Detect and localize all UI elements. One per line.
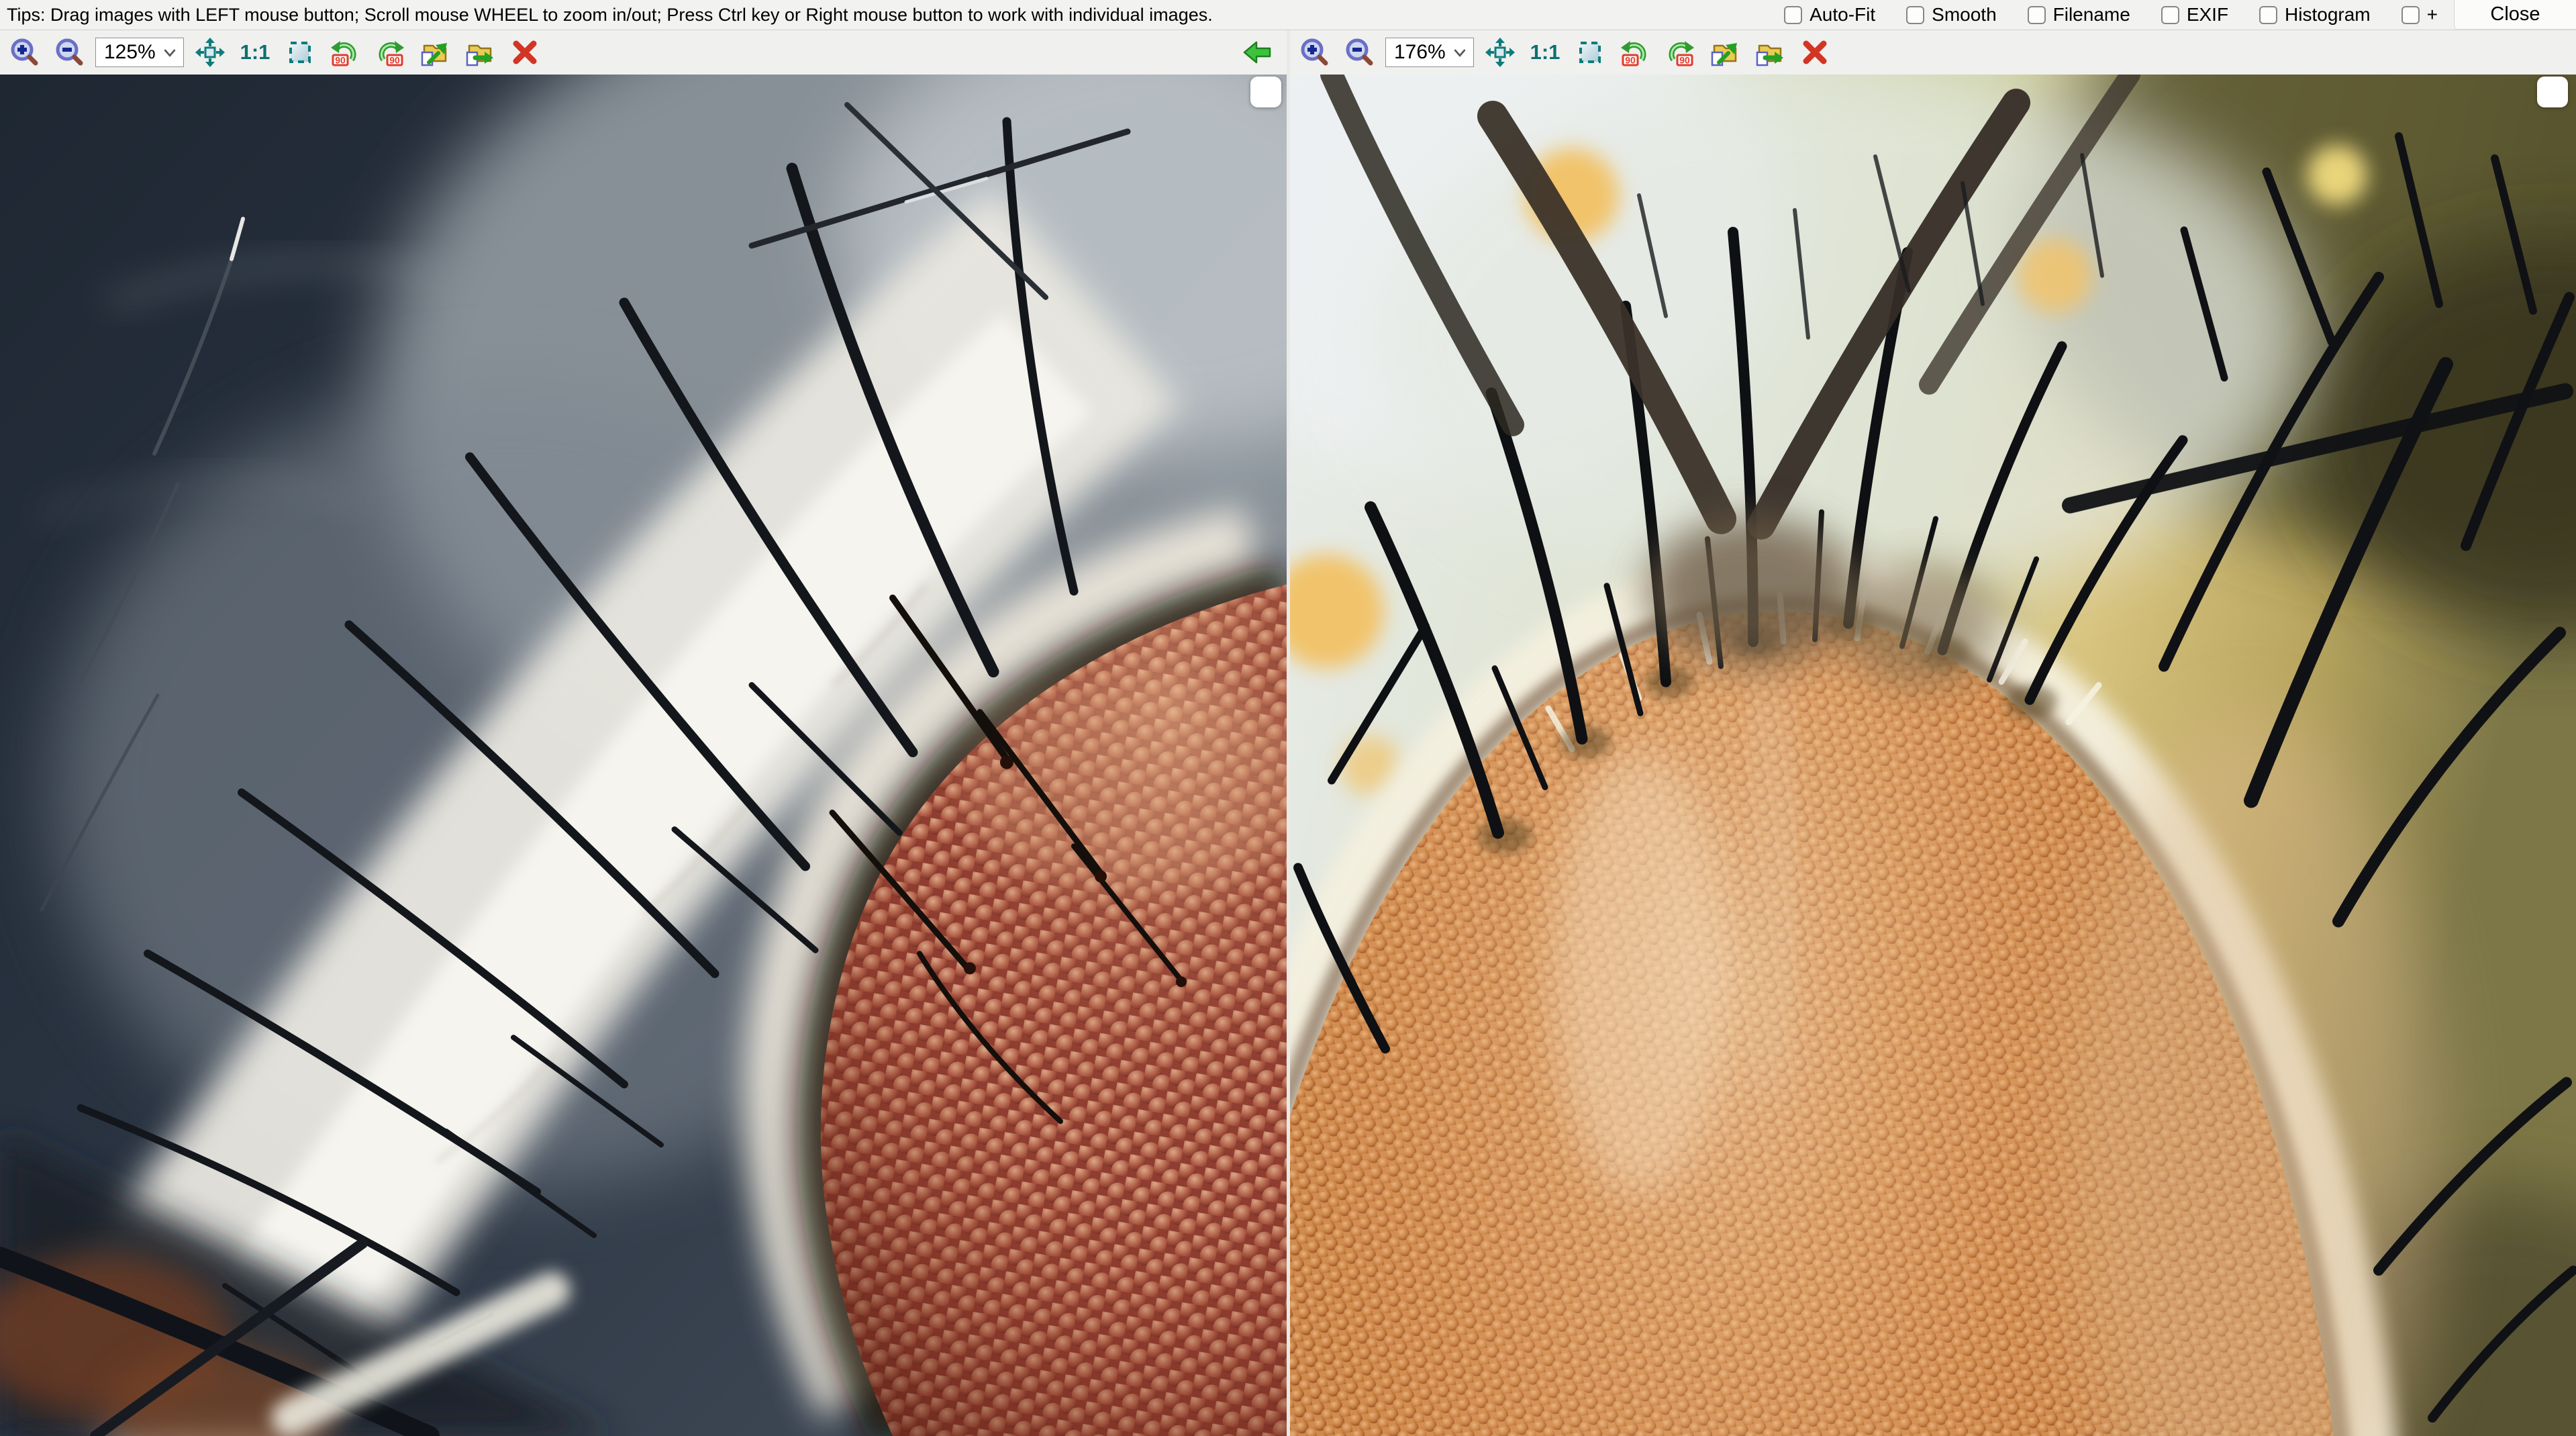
chevron-down-icon	[1453, 48, 1467, 57]
smooth-checkbox[interactable]	[1906, 6, 1924, 24]
smooth-label: Smooth	[1932, 4, 1997, 26]
left-photo	[0, 75, 1287, 1436]
right-zoom-level-select[interactable]: 176%	[1385, 38, 1474, 67]
collapse-left-arrow-button[interactable]	[1240, 32, 1275, 73]
left-zoom-level-value: 125%	[104, 41, 163, 64]
actual-size-label: 1:1	[1530, 40, 1561, 64]
copy-to-folder-icon	[419, 37, 450, 68]
zoom-out-button[interactable]	[1340, 32, 1378, 73]
fit-selection-button[interactable]	[281, 32, 319, 73]
zoom-out-icon	[54, 37, 85, 68]
chevron-down-icon	[163, 48, 177, 57]
svg-text:90: 90	[1679, 55, 1690, 66]
right-zoom-level-value: 176%	[1394, 41, 1453, 64]
left-zoom-level-select[interactable]: 125%	[95, 38, 184, 67]
zoom-in-button[interactable]	[1295, 32, 1333, 73]
copy-image-button[interactable]	[1706, 32, 1744, 73]
rotate-right-90-icon: 90	[1665, 37, 1695, 68]
filename-checkbox[interactable]	[2028, 6, 2046, 24]
svg-text:90: 90	[389, 55, 400, 66]
rotate-right-button[interactable]: 90	[1661, 32, 1699, 73]
svg-text:90: 90	[1625, 55, 1636, 66]
rotate-right-90-icon: 90	[375, 37, 405, 68]
checkbox-filename[interactable]: Filename	[2028, 4, 2130, 26]
tips-bar: Tips: Drag images with LEFT mouse button…	[0, 0, 2576, 30]
actual-size-label: 1:1	[240, 40, 270, 64]
arrow-left-icon	[1242, 39, 1272, 66]
left-panel: 125% 1:1	[0, 30, 1287, 1436]
svg-text:90: 90	[335, 55, 346, 66]
exif-checkbox[interactable]	[2161, 6, 2179, 24]
copy-to-folder-icon	[1710, 37, 1740, 68]
rotate-left-button[interactable]: 90	[326, 32, 364, 73]
move-image-button[interactable]	[461, 32, 499, 73]
histogram-label: Histogram	[2285, 4, 2371, 26]
left-corner-button[interactable]	[1250, 77, 1281, 107]
right-image-viewport[interactable]	[1290, 75, 2576, 1436]
fit-to-window-button[interactable]	[1481, 32, 1519, 73]
actual-size-button[interactable]: 1:1	[236, 32, 274, 73]
rotate-left-90-icon: 90	[1620, 37, 1650, 68]
checkbox-auto-fit[interactable]: Auto-Fit	[1784, 4, 1875, 26]
checkbox-exif[interactable]: EXIF	[2161, 4, 2228, 26]
close-button[interactable]: Close	[2454, 0, 2576, 30]
move-to-folder-icon	[464, 37, 495, 68]
fit-selection-button[interactable]	[1571, 32, 1609, 73]
actual-size-button[interactable]: 1:1	[1526, 32, 1564, 73]
fit-to-window-icon	[1485, 37, 1516, 68]
zoom-out-button[interactable]	[50, 32, 88, 73]
rotate-right-button[interactable]: 90	[371, 32, 409, 73]
move-image-button[interactable]	[1751, 32, 1789, 73]
move-to-folder-icon	[1754, 37, 1785, 68]
plus-label: +	[2427, 4, 2438, 26]
right-panel: 176% 1:1	[1290, 30, 2576, 1436]
compare-panels: 125% 1:1	[0, 30, 2576, 1436]
rotate-left-button[interactable]: 90	[1616, 32, 1654, 73]
zoom-out-icon	[1344, 37, 1375, 68]
plus-checkbox[interactable]	[2401, 6, 2420, 24]
fit-selection-icon	[1575, 37, 1605, 68]
fit-to-window-button[interactable]	[191, 32, 229, 73]
auto-fit-checkbox[interactable]	[1784, 6, 1802, 24]
checkbox-smooth[interactable]: Smooth	[1906, 4, 1997, 26]
left-image-viewport[interactable]	[0, 75, 1287, 1436]
histogram-checkbox[interactable]	[2259, 6, 2277, 24]
fit-to-window-icon	[195, 37, 226, 68]
right-corner-button[interactable]	[2537, 77, 2568, 107]
zoom-in-icon	[1299, 37, 1330, 68]
exif-label: EXIF	[2187, 4, 2228, 26]
checkbox-plus[interactable]: +	[2401, 4, 2438, 26]
auto-fit-label: Auto-Fit	[1810, 4, 1875, 26]
remove-x-icon	[1799, 37, 1830, 68]
filename-label: Filename	[2053, 4, 2130, 26]
rotate-left-90-icon: 90	[330, 37, 360, 68]
checkbox-histogram[interactable]: Histogram	[2259, 4, 2371, 26]
copy-image-button[interactable]	[416, 32, 454, 73]
zoom-in-icon	[9, 37, 40, 68]
right-toolbar: 176% 1:1	[1290, 30, 2576, 75]
right-photo	[1290, 75, 2576, 1436]
remove-image-button[interactable]	[506, 32, 544, 73]
fit-selection-icon	[285, 37, 315, 68]
remove-image-button[interactable]	[1796, 32, 1834, 73]
left-toolbar: 125% 1:1	[0, 30, 1287, 75]
tips-text: Tips: Drag images with LEFT mouse button…	[7, 5, 1213, 26]
zoom-in-button[interactable]	[5, 32, 43, 73]
remove-x-icon	[509, 37, 540, 68]
view-options: Auto-Fit Smooth Filename EXIF Histogram …	[1784, 0, 2576, 30]
